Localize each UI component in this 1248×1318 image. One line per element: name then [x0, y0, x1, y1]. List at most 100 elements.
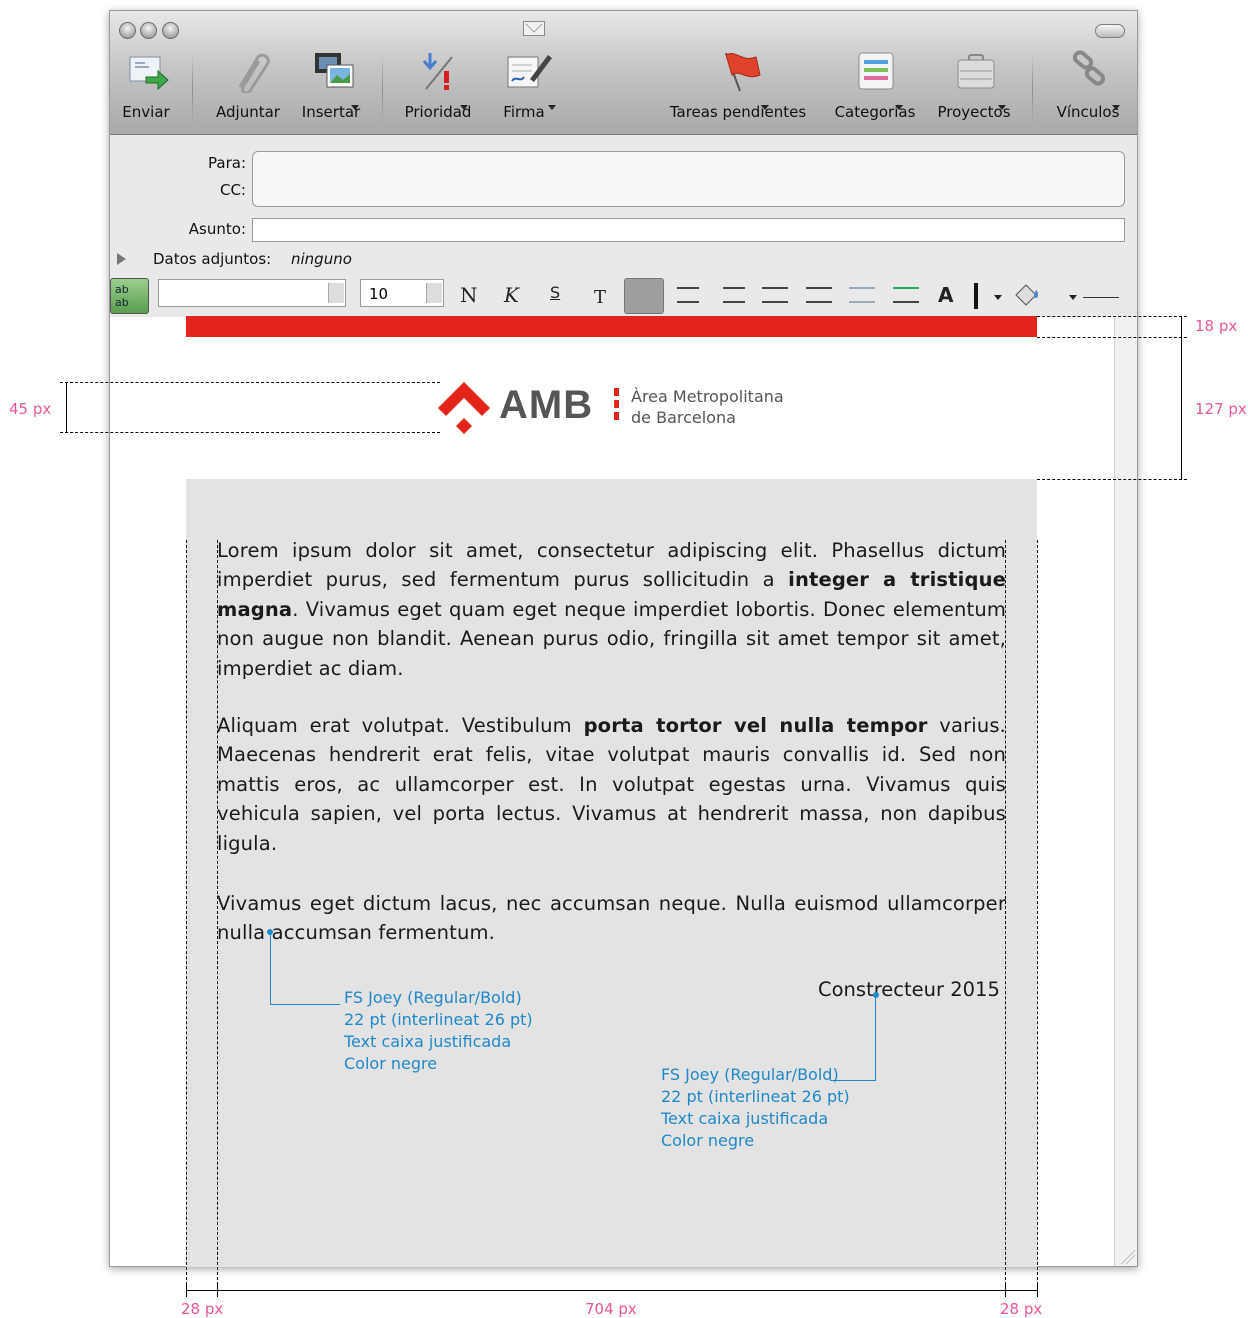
- annotation-right: FS Joey (Regular/Bold) 22 pt (interlinea…: [661, 1064, 850, 1152]
- guide-top-band-top: [1037, 316, 1187, 317]
- guide-logo-bottom: [60, 432, 440, 433]
- italic-button[interactable]: K: [504, 283, 519, 307]
- insert-dropdown-icon: [351, 105, 359, 110]
- toolbar-toggle-button[interactable]: [1095, 24, 1125, 38]
- align-right-icon[interactable]: [723, 287, 745, 303]
- margin-right-dimension: 28 px: [1000, 1300, 1043, 1318]
- top-red-band: [186, 316, 1037, 337]
- content-width-dimension: 704 px: [585, 1300, 637, 1318]
- indent-icon[interactable]: [893, 287, 919, 303]
- font-size-arrow-icon: [426, 283, 442, 303]
- strike-button[interactable]: S: [550, 283, 560, 302]
- annotation-left: FS Joey (Regular/Bold) 22 pt (interlinea…: [344, 987, 533, 1075]
- attachments-value: ninguno: [291, 250, 352, 268]
- amb-logo-wordmark: AMB: [499, 383, 594, 427]
- recipients-field[interactable]: [252, 151, 1125, 207]
- dimension-tick: [1037, 1283, 1038, 1297]
- subject-field[interactable]: [252, 218, 1125, 242]
- title-toolbar: Enviar Adjuntar Insertar Prioridad Firma…: [110, 11, 1137, 135]
- numbered-list-icon[interactable]: [762, 287, 788, 303]
- annotation-right-line: Color negre: [661, 1131, 755, 1150]
- signature-icon: [504, 49, 552, 93]
- logo-line-2: de Barcelona: [631, 408, 736, 427]
- to-label: Para:: [208, 154, 246, 172]
- annotation-left-line: Text caixa justificada: [344, 1032, 512, 1051]
- guide-logo-top: [60, 382, 440, 383]
- resize-grip-icon[interactable]: [1119, 1248, 1135, 1264]
- font-select-arrow-icon: [328, 283, 344, 303]
- bullet-list-icon[interactable]: [806, 287, 832, 303]
- envelope-icon: [523, 21, 545, 36]
- header-dimension-line: [1181, 337, 1182, 479]
- header-zone-dimension: 127 px: [1195, 400, 1247, 418]
- text-style-button[interactable]: T: [594, 287, 606, 308]
- disclosure-triangle-icon[interactable]: [117, 253, 126, 265]
- briefcase-icon: [954, 49, 995, 93]
- toolbar-separator: [382, 55, 383, 125]
- logo-divider: [614, 388, 619, 424]
- priority-button[interactable]: Prioridad: [396, 49, 480, 129]
- guide-header-bottom: [1037, 479, 1187, 480]
- body-paragraph-2: Aliquam erat volutpat. Vestibulum porta …: [217, 714, 1006, 855]
- categories-dropdown-icon: [895, 105, 903, 110]
- font-select[interactable]: [158, 279, 346, 307]
- align-left-button[interactable]: [624, 278, 664, 314]
- annotation-right-line: FS Joey (Regular/Bold): [661, 1065, 839, 1084]
- outdent-icon[interactable]: [849, 287, 875, 303]
- send-icon: [126, 49, 169, 93]
- text-color-icon[interactable]: A: [938, 283, 953, 307]
- priority-dropdown-icon: [460, 105, 468, 110]
- subject-label: Asunto:: [188, 220, 246, 238]
- tasks-dropdown-icon: [761, 105, 769, 110]
- projects-button[interactable]: Proyectos: [928, 49, 1020, 129]
- line-dropdown-icon[interactable]: [1069, 295, 1077, 300]
- guide-outer-right: [1037, 540, 1038, 1290]
- media-icon: [311, 49, 354, 93]
- attachments-label: Datos adjuntos:: [153, 250, 272, 268]
- text-color-dropdown-icon[interactable]: [994, 295, 1002, 300]
- send-label: Enviar: [122, 103, 170, 121]
- cc-label: CC:: [219, 181, 246, 199]
- projects-dropdown-icon: [998, 105, 1006, 110]
- amb-logo-mark-icon: [438, 382, 490, 434]
- categories-button[interactable]: Categorías: [827, 49, 923, 129]
- top-band-dimension: 18 px: [1195, 317, 1238, 335]
- annotation-left-line: 22 pt (interlineat 26 pt): [344, 1010, 533, 1029]
- annotation-left-line: FS Joey (Regular/Bold): [344, 988, 522, 1007]
- guide-top-band-bottom: [1037, 337, 1187, 338]
- signature-dropdown-icon: [548, 105, 556, 110]
- projects-label: Proyectos: [937, 103, 1011, 121]
- minimize-window-button[interactable]: [140, 22, 157, 39]
- guide-outer-left: [186, 540, 187, 1290]
- guide-inner-left: [217, 540, 218, 1290]
- margin-left-dimension: 28 px: [181, 1300, 224, 1318]
- paperclip-icon: [228, 49, 270, 95]
- align-center-icon[interactable]: [677, 287, 699, 303]
- annotation-dot-right: [873, 992, 879, 998]
- send-button[interactable]: Enviar: [116, 49, 176, 129]
- logo-line-1: Àrea Metropolitana: [631, 387, 784, 406]
- text-color-swatch: [974, 283, 978, 309]
- width-dimension-line: [186, 1290, 1037, 1291]
- spellcheck-icon[interactable]: ab ab: [110, 278, 149, 314]
- toolbar-separator: [192, 55, 193, 125]
- insert-button[interactable]: Insertar: [293, 49, 369, 129]
- bold-button[interactable]: N: [460, 283, 478, 307]
- annotation-right-line: Text caixa justificada: [661, 1109, 829, 1128]
- links-button[interactable]: Vínculos: [1048, 49, 1128, 129]
- priority-icon: [418, 49, 458, 93]
- horizontal-rule-icon[interactable]: [1083, 297, 1119, 298]
- vertical-scrollbar[interactable]: [1114, 317, 1137, 1266]
- guide-inner-right: [1005, 540, 1006, 1290]
- signature-button[interactable]: Firma: [486, 49, 562, 129]
- tasks-button[interactable]: Tareas pendientes: [659, 49, 817, 129]
- background-color-icon[interactable]: [1012, 281, 1040, 307]
- links-dropdown-icon: [1112, 105, 1120, 110]
- zoom-window-button[interactable]: [162, 22, 179, 39]
- close-window-button[interactable]: [119, 22, 136, 39]
- tasks-label: Tareas pendientes: [669, 103, 807, 121]
- body-paragraph-1: Lorem ipsum dolor sit amet, consectetur …: [217, 539, 1006, 680]
- annotation-left-line: Color negre: [344, 1054, 438, 1073]
- dimension-tick: [217, 1283, 218, 1297]
- attach-button[interactable]: Adjuntar: [208, 49, 288, 129]
